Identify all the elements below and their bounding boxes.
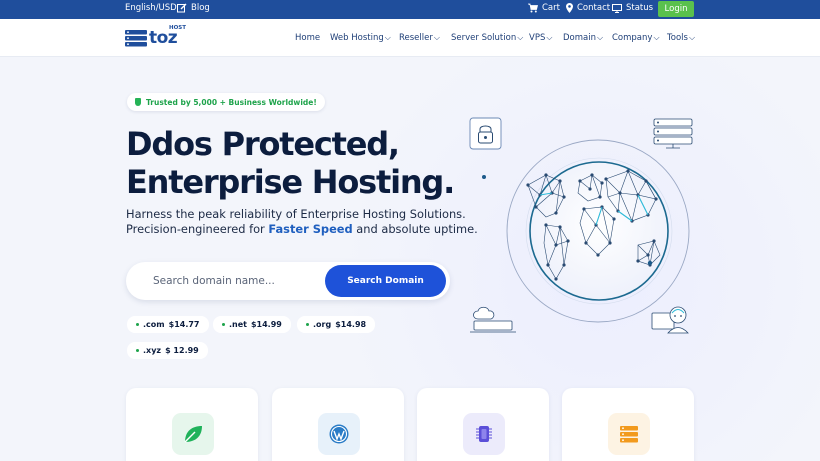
tld-name: .net [229,320,247,329]
bullet-icon [222,323,225,326]
service-card-green-hosting[interactable] [126,388,258,461]
location-pin-icon [566,3,573,13]
nav-web-hosting[interactable]: Web Hosting ⌵ [330,33,391,43]
status-label: Status [626,3,654,13]
hero-title-line2: Enterprise Hosting. [126,163,455,201]
trust-badge-text: Trusted by 5,000 + Business Worldwide! [146,97,317,107]
nav-server-solution[interactable]: Server Solution ⌵ [451,33,523,43]
bullet-icon [136,323,139,326]
language-label: English/USD [125,3,177,13]
hero-title: Ddos Protected, Enterprise Hosting. [126,125,455,201]
nav-home-label: Home [295,33,321,43]
cart-label: Cart [542,3,560,13]
nav-vps[interactable]: VPS ⌵ [529,33,552,43]
contact-label: Contact [577,3,611,13]
service-card-dedicated-server[interactable] [562,388,694,461]
chevron-down-icon: ⌵ [653,33,660,42]
nav-domain-label: Domain [563,33,596,43]
subtitle-text-pre: Precision-engineered for [126,222,269,236]
nav-server-solution-label: Server Solution [451,33,517,43]
chevron-down-icon: ⌵ [546,33,553,42]
domain-search-input[interactable] [153,273,323,289]
logo-word: toz [149,28,178,48]
tld-name: .xyz [143,346,162,355]
tld-price: $14.98 [335,320,367,329]
cpu-icon [463,413,505,455]
chevron-down-icon: ⌵ [596,33,604,42]
nav-tools[interactable]: Tools ⌵ [667,33,695,43]
network-globe-illustration [468,115,718,340]
nav-reseller[interactable]: Reseller ⌵ [399,33,440,43]
hero-subtitle: Harness the peak reliability of Enterpri… [126,207,478,237]
service-card-vps[interactable] [417,388,549,461]
tld-price: $ 12.99 [165,346,199,355]
nav-home[interactable]: Home [295,33,320,43]
bullet-icon [136,349,139,352]
blog-link[interactable]: Blog [177,3,210,13]
contact-link[interactable]: Contact [566,3,610,13]
top-bar: English/USD Blog Cart Contact Status Log… [0,0,820,19]
tld-price-org[interactable]: .org $14.98 [297,316,376,333]
search-domain-button[interactable]: Search Domain [325,265,446,297]
server-icon [608,413,650,455]
blog-label: Blog [191,3,210,13]
tld-price: $14.77 [168,320,200,329]
trust-badge: Trusted by 5,000 + Business Worldwide! [127,93,325,111]
tld-price-com[interactable]: .com $14.77 [127,316,209,333]
hero-subtitle-line2: Precision-engineered for Faster Speed an… [126,222,478,237]
nav-web-hosting-label: Web Hosting [330,33,384,43]
language-selector[interactable]: English/USD [125,3,177,13]
chevron-down-icon: ⌵ [384,33,391,42]
tld-name: .org [313,320,332,329]
nav-reseller-label: Reseller [399,33,433,43]
hero-subtitle-line1: Harness the peak reliability of Enterpri… [126,207,466,221]
leaf-icon [172,413,214,455]
tld-name: .com [143,320,165,329]
chevron-down-icon: ⌵ [433,33,440,42]
chevron-down-icon: ⌵ [517,33,524,42]
tld-price: $14.99 [250,320,282,329]
domain-search-box: Search Domain [126,262,450,300]
tld-price-net[interactable]: .net $14.99 [213,316,291,333]
nav-company-label: Company [612,33,653,43]
wordpress-icon [318,413,360,455]
monitor-icon [612,3,622,13]
nav-tools-label: Tools [667,33,688,43]
shield-icon [135,98,141,106]
main-navbar: toz HOST Home Web Hosting ⌵ Reseller ⌵ Ser… [0,19,820,57]
status-link[interactable]: Status [612,3,653,13]
hosttoz-logo[interactable]: toz HOST [125,25,189,51]
cart-icon [528,3,538,13]
chevron-down-icon: ⌵ [688,33,696,42]
cart-link[interactable]: Cart [528,3,560,13]
nav-vps-label: VPS [529,33,546,43]
login-button[interactable]: Login [658,1,694,17]
subtitle-text-post: and absolute uptime. [352,222,478,236]
nav-domain[interactable]: Domain ⌵ [563,33,603,43]
edit-icon [177,3,187,13]
subtitle-highlight: Faster Speed [268,222,353,236]
nav-company[interactable]: Company ⌵ [612,33,660,43]
logo-super: HOST [169,25,186,31]
hero-title-line1: Ddos Protected, [126,125,400,163]
service-card-wordpress-hosting[interactable] [272,388,404,461]
tld-price-xyz[interactable]: .xyz $ 12.99 [127,342,208,359]
bullet-icon [306,323,309,326]
